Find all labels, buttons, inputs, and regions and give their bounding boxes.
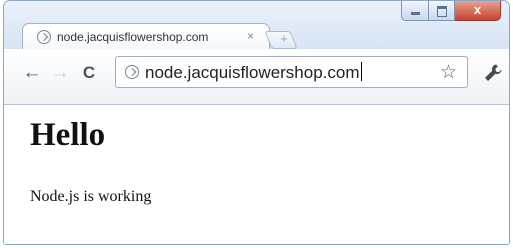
address-bar[interactable]: node.jacquisflowershop.com ☆ [115, 56, 468, 88]
back-arrow-icon[interactable]: ← [22, 62, 42, 84]
page-content: Hello Node.js is working [4, 105, 509, 244]
plus-icon[interactable]: + [274, 30, 294, 48]
text-caret [360, 62, 362, 81]
browser-window: node.jacquisflowershop.com × + x ← → C n… [3, 0, 510, 245]
url-text[interactable]: node.jacquisflowershop.com [145, 62, 362, 83]
window-controls: x [401, 1, 501, 23]
page-paragraph: Node.js is working [30, 188, 152, 205]
page-icon [125, 65, 139, 79]
title-bar: node.jacquisflowershop.com × + x [4, 1, 509, 51]
forward-arrow-icon[interactable]: → [50, 62, 70, 84]
tab-active[interactable]: node.jacquisflowershop.com × [22, 23, 270, 51]
wrench-icon-svg [485, 64, 502, 81]
tab-title: node.jacquisflowershop.com [57, 30, 209, 44]
minimize-button[interactable] [401, 1, 429, 21]
maximize-button[interactable] [429, 1, 455, 21]
wrench-icon[interactable] [482, 62, 504, 84]
tab-close-icon[interactable]: × [247, 29, 254, 43]
close-window-button[interactable]: x [455, 1, 501, 21]
reload-icon[interactable]: C [79, 62, 99, 84]
close-icon: x [473, 2, 482, 17]
page-icon [37, 30, 51, 44]
navigation-toolbar: ← → C node.jacquisflowershop.com ☆ [4, 49, 509, 105]
page-heading: Hello [30, 117, 106, 153]
bookmark-star-icon[interactable]: ☆ [440, 61, 457, 84]
